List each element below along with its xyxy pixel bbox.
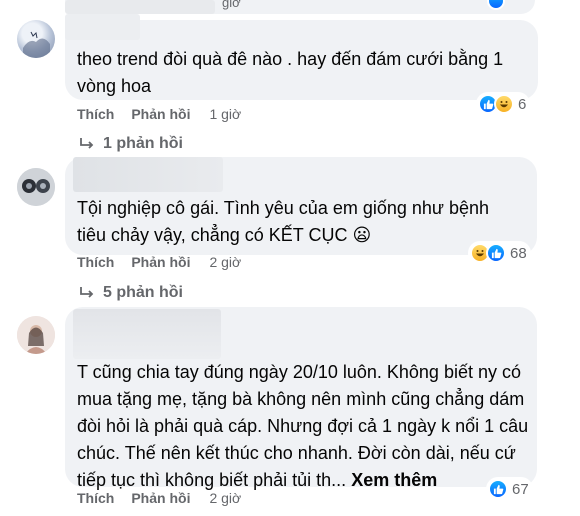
like-icon — [488, 479, 508, 499]
like-button[interactable]: Thích — [77, 490, 114, 506]
blurred-name — [73, 309, 221, 359]
reaction-count: 6 — [518, 95, 527, 113]
comment-bubble: T cũng chia tay đúng ngày 20/10 luôn. Kh… — [65, 307, 537, 490]
comment-actions: Thích Phản hồi 1 giờ — [77, 106, 241, 122]
replies-count-label: 5 phản hồi — [103, 284, 183, 301]
view-replies-link[interactable]: 1 phản hồi — [79, 135, 183, 153]
view-replies-link[interactable]: 5 phản hồi — [79, 284, 183, 302]
comment-text-body: T cũng chia tay đúng ngày 20/10 luôn. Kh… — [77, 362, 534, 490]
comment-text: theo trend đòi quà đê nào . hay đến đám … — [77, 49, 509, 96]
reply-button[interactable]: Phản hồi — [131, 254, 190, 270]
like-icon — [486, 243, 506, 263]
reaction-summary[interactable]: 6 — [476, 92, 531, 116]
reply-button[interactable]: Phản hồi — [131, 490, 190, 506]
reply-arrow-icon — [80, 287, 94, 298]
blurred-name — [73, 157, 223, 192]
comment-time[interactable]: 2 giờ — [209, 254, 241, 270]
reaction-count: 67 — [512, 480, 529, 498]
blurred-name — [65, 14, 140, 40]
replies-count-label: 1 phản hồi — [103, 135, 183, 152]
avatar-image — [17, 316, 55, 354]
comment-actions: Thích Phản hồi 2 giờ — [77, 490, 241, 506]
previous-comment-reactions[interactable] — [487, 0, 505, 15]
comment-actions: Thích Phản hồi 2 giờ — [77, 254, 241, 270]
comment-time[interactable]: 1 giờ — [209, 106, 241, 122]
frowning-emoji: 😦 — [352, 225, 372, 245]
like-button[interactable]: Thích — [77, 106, 114, 122]
reply-arrow-icon — [80, 138, 94, 149]
comment-text: T cũng chia tay đúng ngày 20/10 luôn. Kh… — [77, 359, 532, 494]
comment-text-body: Tội nghiệp cô gái. Tình yêu của em giống… — [77, 198, 495, 245]
avatar[interactable] — [17, 316, 55, 354]
comment-bubble: Tội nghiệp cô gái. Tình yêu của em giống… — [65, 157, 537, 255]
see-more-link[interactable]: Xem thêm — [351, 470, 437, 490]
avatar[interactable] — [17, 20, 55, 58]
comment-time[interactable]: 2 giờ — [209, 490, 241, 506]
avatar[interactable] — [17, 168, 55, 206]
blurred-name — [65, 0, 215, 14]
reaction-count: 68 — [510, 244, 527, 262]
avatar-image — [17, 168, 55, 206]
reply-button[interactable]: Phản hồi — [131, 106, 190, 122]
avatar-image — [23, 31, 50, 58]
reaction-summary[interactable]: 68 — [468, 241, 531, 265]
haha-icon — [494, 94, 514, 114]
comment-bubble: theo trend đòi quà đê nào . hay đến đám … — [65, 14, 538, 100]
reaction-summary[interactable]: 67 — [486, 477, 533, 501]
like-button[interactable]: Thích — [77, 254, 114, 270]
comment-text: Tội nghiệp cô gái. Tình yêu của em giống… — [77, 195, 522, 249]
previous-comment-time[interactable]: giờ — [222, 0, 241, 10]
